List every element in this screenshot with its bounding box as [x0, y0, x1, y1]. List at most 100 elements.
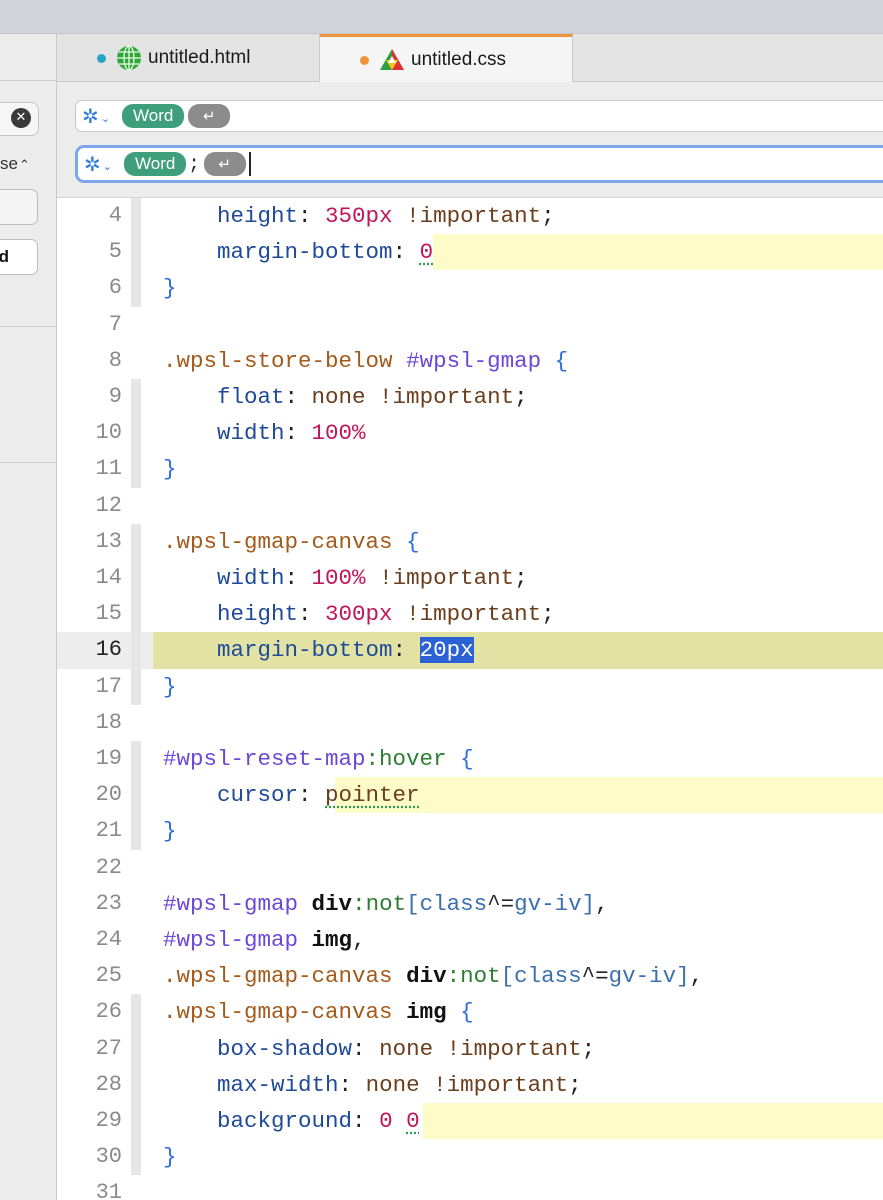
asterisk-options-icon[interactable]: ✲ ⌄: [82, 104, 122, 128]
line-number: 27: [95, 1035, 122, 1061]
code-line: 17 }: [57, 668, 883, 705]
text-caret: [248, 152, 251, 176]
line-number: 16: [95, 637, 122, 663]
line-number: 8: [108, 347, 122, 373]
line-number: 26: [95, 999, 122, 1025]
close-circle-icon[interactable]: ✕: [11, 108, 31, 128]
code-line: 22: [57, 850, 883, 886]
replace-input[interactable]: ✲ ⌄ Word ; ↵: [75, 145, 883, 183]
fold-bar[interactable]: [131, 198, 141, 235]
highlight-range: [423, 1103, 883, 1140]
case-select[interactable]: se⌃: [0, 154, 30, 174]
code-text: width: 100% !important;: [217, 565, 528, 591]
fold-bar[interactable]: [131, 523, 141, 560]
word-token[interactable]: Word: [124, 152, 187, 176]
code-line: 30 }: [57, 1139, 883, 1176]
tab-label: untitled.css: [411, 49, 507, 70]
code-line: 31: [57, 1175, 883, 1200]
code-line: 19 #wpsl-reset-map:hover {: [57, 741, 883, 778]
tab-bar: untitled.html untitled.css: [57, 34, 883, 83]
sidebar-divider: [0, 462, 56, 463]
code-editor[interactable]: 4 height: 350px !important; 5 margin-bot…: [57, 198, 883, 1200]
line-number: 22: [95, 854, 122, 880]
code-text: height: 350px !important;: [217, 203, 555, 229]
line-number: 10: [95, 420, 122, 446]
separator-text: ;: [188, 153, 200, 175]
find-replace-bar: ✲ ⌄ Word ↵ ✲ ⌄ Word ; ↵: [57, 82, 883, 198]
code-text: #wpsl-gmap img,: [163, 927, 366, 953]
code-text: height: 300px !important;: [217, 601, 555, 628]
line-number: 29: [95, 1108, 122, 1133]
line-number: 9: [108, 384, 122, 409]
asterisk-options-icon[interactable]: ✲ ⌄: [84, 152, 124, 176]
line-number: 11: [95, 456, 122, 482]
fold-bar[interactable]: [131, 1139, 141, 1176]
line-number: 4: [108, 203, 122, 228]
line-number: 31: [95, 1180, 122, 1200]
code-text: margin-bottom: 0: [217, 239, 434, 266]
line-number: 7: [108, 311, 122, 337]
code-line: 28 max-width: none !important;: [57, 1066, 883, 1103]
fold-bar[interactable]: [131, 451, 141, 488]
line-number: 17: [95, 673, 122, 699]
triangle-color-icon: [380, 49, 404, 70]
code-text: margin-bottom: 20px: [217, 637, 474, 664]
selected-text[interactable]: 20px: [419, 637, 474, 664]
sidebar-action-button[interactable]: d: [0, 239, 38, 275]
fold-bar[interactable]: [131, 632, 141, 669]
word-token[interactable]: Word: [122, 104, 185, 128]
fold-bar[interactable]: [131, 270, 141, 307]
line-number: 12: [95, 492, 122, 518]
fold-bar[interactable]: [131, 1066, 141, 1103]
fold-bar[interactable]: [131, 741, 141, 778]
find-input[interactable]: ✲ ⌄ Word ↵: [75, 100, 883, 132]
code-line: 11 }: [57, 451, 883, 488]
fold-bar[interactable]: [131, 1103, 141, 1140]
fold-bar[interactable]: [131, 994, 141, 1031]
code-line: 9 float: none !important;: [57, 379, 883, 416]
sidebar-button[interactable]: [0, 189, 38, 225]
fold-bar[interactable]: [131, 415, 141, 452]
code-line: 10 width: 100%: [57, 415, 883, 452]
tab-untitled-css[interactable]: untitled.css: [320, 34, 573, 83]
line-number: 18: [95, 709, 122, 735]
line-number: 15: [95, 601, 122, 627]
code-line: 13 .wpsl-gmap-canvas {: [57, 523, 883, 560]
code-line: 27 box-shadow: none !important;: [57, 1030, 883, 1067]
code-text: float: none !important;: [217, 384, 528, 410]
line-number: 25: [95, 963, 122, 989]
fold-bar[interactable]: [131, 560, 141, 597]
sidebar-divider: [0, 80, 56, 81]
fold-bar[interactable]: [131, 1030, 141, 1067]
code-text: cursor: pointer: [217, 782, 420, 809]
code-line: 26 .wpsl-gmap-canvas img {: [57, 994, 883, 1031]
code-text: width: 100%: [217, 420, 366, 447]
code-line: 29 background: 0 0: [57, 1103, 883, 1140]
tab-dot: [97, 53, 106, 63]
fold-bar[interactable]: [131, 813, 141, 850]
code-text: }: [163, 673, 177, 700]
line-number: 30: [95, 1144, 122, 1170]
tab-untitled-html[interactable]: untitled.html: [57, 34, 320, 82]
code-text: max-width: none !important;: [217, 1071, 582, 1098]
line-number: 5: [108, 239, 122, 265]
fold-bar[interactable]: [131, 596, 141, 633]
case-select-label: se: [0, 154, 18, 173]
code-line: 4 height: 350px !important;: [57, 198, 883, 235]
code-text: }: [163, 818, 177, 845]
code-line: 21 }: [57, 813, 883, 850]
fold-bar[interactable]: [131, 234, 141, 271]
fold-bar[interactable]: [131, 668, 141, 705]
fold-bar[interactable]: [131, 379, 141, 416]
code-text: }: [163, 1144, 177, 1171]
return-token[interactable]: ↵: [188, 104, 231, 128]
code-line: 18: [57, 705, 883, 741]
chevron-updown-icon: ⌃: [18, 158, 30, 173]
sidebar-divider: [0, 326, 56, 327]
tab-label: untitled.html: [148, 47, 251, 68]
code-text: background: 0 0: [217, 1108, 420, 1134]
tab-dot: [360, 55, 369, 65]
code-text: }: [163, 275, 177, 302]
return-token[interactable]: ↵: [203, 152, 246, 176]
fold-bar[interactable]: [131, 777, 141, 814]
